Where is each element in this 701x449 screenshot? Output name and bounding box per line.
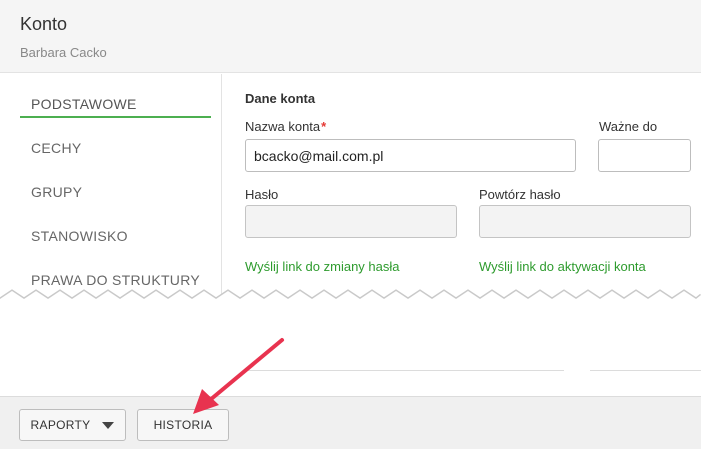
- username-label-text: Nazwa konta: [245, 119, 321, 134]
- dialog-title: Konto: [20, 14, 68, 34]
- valid-to-input[interactable]: [598, 139, 691, 172]
- valid-to-label: Ważne do: [599, 119, 658, 134]
- section-title: Dane konta: [245, 91, 316, 106]
- activation-link[interactable]: Wyślij link do aktywacji konta: [479, 259, 646, 274]
- active-tab-indicator: [20, 116, 211, 118]
- partial-field-line-2: [590, 370, 701, 371]
- caret-down-icon: [102, 421, 115, 429]
- reset-password-link[interactable]: Wyślij link do zmiany hasła: [245, 259, 400, 274]
- sidebar-item-cechy[interactable]: CECHY: [31, 140, 82, 156]
- sidebar-item-podstawowe[interactable]: PODSTAWOWE: [31, 96, 137, 112]
- lower-form-area: [0, 300, 701, 396]
- dialog-footer: RAPORTY HISTORIA: [0, 396, 701, 449]
- dialog-subtitle: Barbara Cacko: [20, 45, 107, 60]
- required-mark: *: [321, 119, 327, 134]
- password-repeat-input: [479, 205, 691, 238]
- reports-dropdown-button[interactable]: RAPORTY: [19, 409, 126, 441]
- password-input: [245, 205, 457, 238]
- reports-label: RAPORTY: [30, 418, 91, 432]
- partial-field-line: [248, 370, 564, 371]
- password-repeat-label: Powtórz hasło: [479, 187, 561, 202]
- history-label: HISTORIA: [153, 418, 213, 432]
- sidebar-item-stanowisko[interactable]: STANOWISKO: [31, 228, 128, 244]
- username-input[interactable]: [245, 139, 576, 172]
- username-label: Nazwa konta*: [245, 119, 326, 134]
- password-label: Hasło: [245, 187, 279, 202]
- sidebar-item-grupy[interactable]: GRUPY: [31, 184, 82, 200]
- dialog-header: Konto Barbara Cacko: [0, 0, 701, 73]
- history-button[interactable]: HISTORIA: [137, 409, 229, 441]
